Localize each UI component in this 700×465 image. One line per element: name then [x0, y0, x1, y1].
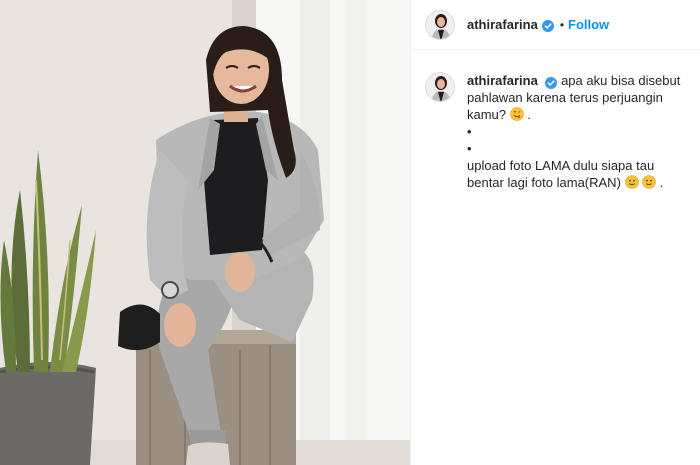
caption-avatar[interactable]: [425, 72, 455, 102]
post-details-panel: athirafarina • Follow athirafarina apa a…: [410, 0, 700, 465]
separator-dot: •: [559, 17, 565, 32]
caption-bullet-2: •: [467, 141, 472, 156]
avatar-image: [426, 73, 454, 101]
caption-text: athirafarina apa aku bisa disebut pahlaw…: [467, 72, 686, 191]
slightly-smiling-face-icon: [624, 175, 639, 189]
avatar[interactable]: [425, 9, 455, 40]
caption: athirafarina apa aku bisa disebut pahlaw…: [411, 50, 700, 191]
avatar-image: [426, 10, 454, 39]
verified-badge-icon: [541, 19, 554, 32]
follow-button[interactable]: Follow: [568, 17, 609, 32]
verified-badge-icon: [545, 76, 558, 89]
post-photo[interactable]: [0, 0, 410, 465]
caption-line-2-end: .: [659, 175, 664, 190]
post-username[interactable]: athirafarina: [467, 17, 538, 32]
face-savoring-food-icon: [509, 107, 524, 121]
caption-line-1-end: .: [527, 107, 531, 122]
slightly-smiling-face-icon: [642, 175, 656, 189]
post-image: [0, 0, 410, 465]
caption-username[interactable]: athirafarina: [467, 73, 538, 88]
post-header: athirafarina • Follow: [411, 0, 700, 50]
caption-bullet-1: •: [467, 124, 472, 139]
